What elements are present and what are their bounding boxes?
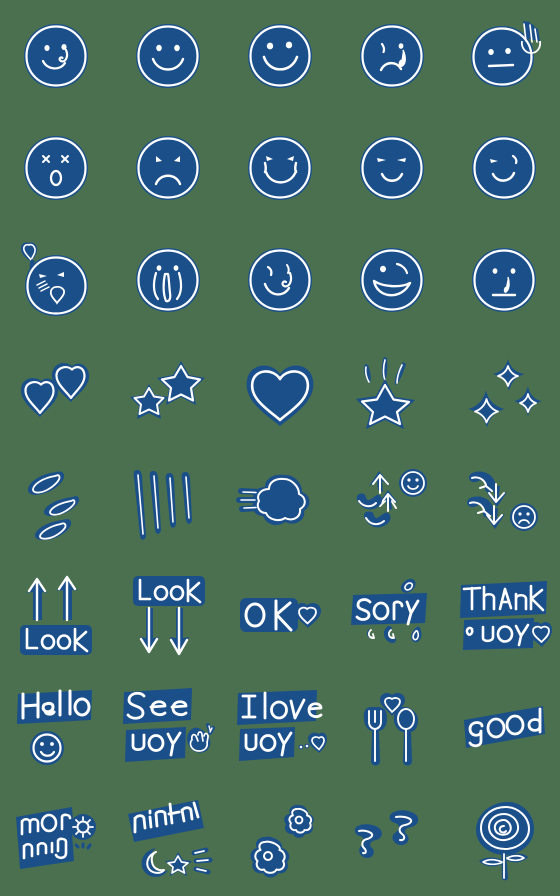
sticker-look-up-arrows[interactable]: Look [0,560,112,672]
sticker-two-hearts[interactable] [0,336,112,448]
sticker-fork-and-spoon-with-heart[interactable] [336,672,448,784]
sticker-sheet: Look Look Ok [0,0,560,896]
sticker-angry-frowning-face[interactable] [112,112,224,224]
sticker-disappointed-face[interactable] [448,224,560,336]
sticker-dizzy-dead-face[interactable] [0,112,112,224]
sticker-two-stars[interactable] [112,336,224,448]
sticker-down-arrows-with-sad-face[interactable] [448,448,560,560]
sticker-night-with-moon-and-stars[interactable]: Night [112,784,224,896]
sticker-shooting-star-sparkle[interactable] [336,336,448,448]
sticker-sparkles[interactable] [448,336,560,448]
sticker-wink-tongue-face[interactable] [224,224,336,336]
sticker-puff-of-smoke[interactable] [224,448,336,560]
sticker-lovestruck-face-with-heart[interactable] [0,224,112,336]
sticker-thank-you-with-heart[interactable]: Thank you [448,560,560,672]
sticker-two-flowers[interactable] [224,784,336,896]
sticker-happy-tears-face[interactable] [224,112,336,224]
sticker-face-with-raised-hand[interactable] [448,0,560,112]
sticker-rose-flower[interactable] [448,784,560,896]
sticker-sorry-with-drops[interactable]: Sorry [336,560,448,672]
sticker-morning-with-sun[interactable]: mor ning [0,784,112,896]
sticker-gloom-vertical-lines[interactable] [112,448,224,560]
sticker-crying-sad-face[interactable] [336,0,448,112]
sticker-ok-with-heart[interactable]: Ok [224,560,336,672]
sticker-good-word[interactable]: good [448,672,560,784]
sticker-squiggly-lines[interactable] [336,784,448,896]
sticker-look-down-arrows[interactable]: Look [112,560,224,672]
sticker-hello-with-smiley[interactable]: Hello [0,672,112,784]
sticker-screaming-shocked-face[interactable] [112,224,224,336]
sticker-laughing-open-mouth-face[interactable] [336,224,448,336]
sticker-solid-heart[interactable] [224,336,336,448]
sticker-see-you-with-wave[interactable]: See you [112,672,224,784]
sticker-winking-happy-face[interactable] [448,112,560,224]
sticker-big-smile-face[interactable] [224,0,336,112]
sticker-winking-smiley-face[interactable] [0,0,112,112]
sticker-sweat-drops[interactable] [0,448,112,560]
sticker-i-love-you-with-heart[interactable]: I love you... [224,672,336,784]
sticker-smiling-face[interactable] [112,0,224,112]
sticker-content-closed-eyes-face[interactable] [336,112,448,224]
sticker-up-arrows-with-happy-face[interactable] [336,448,448,560]
